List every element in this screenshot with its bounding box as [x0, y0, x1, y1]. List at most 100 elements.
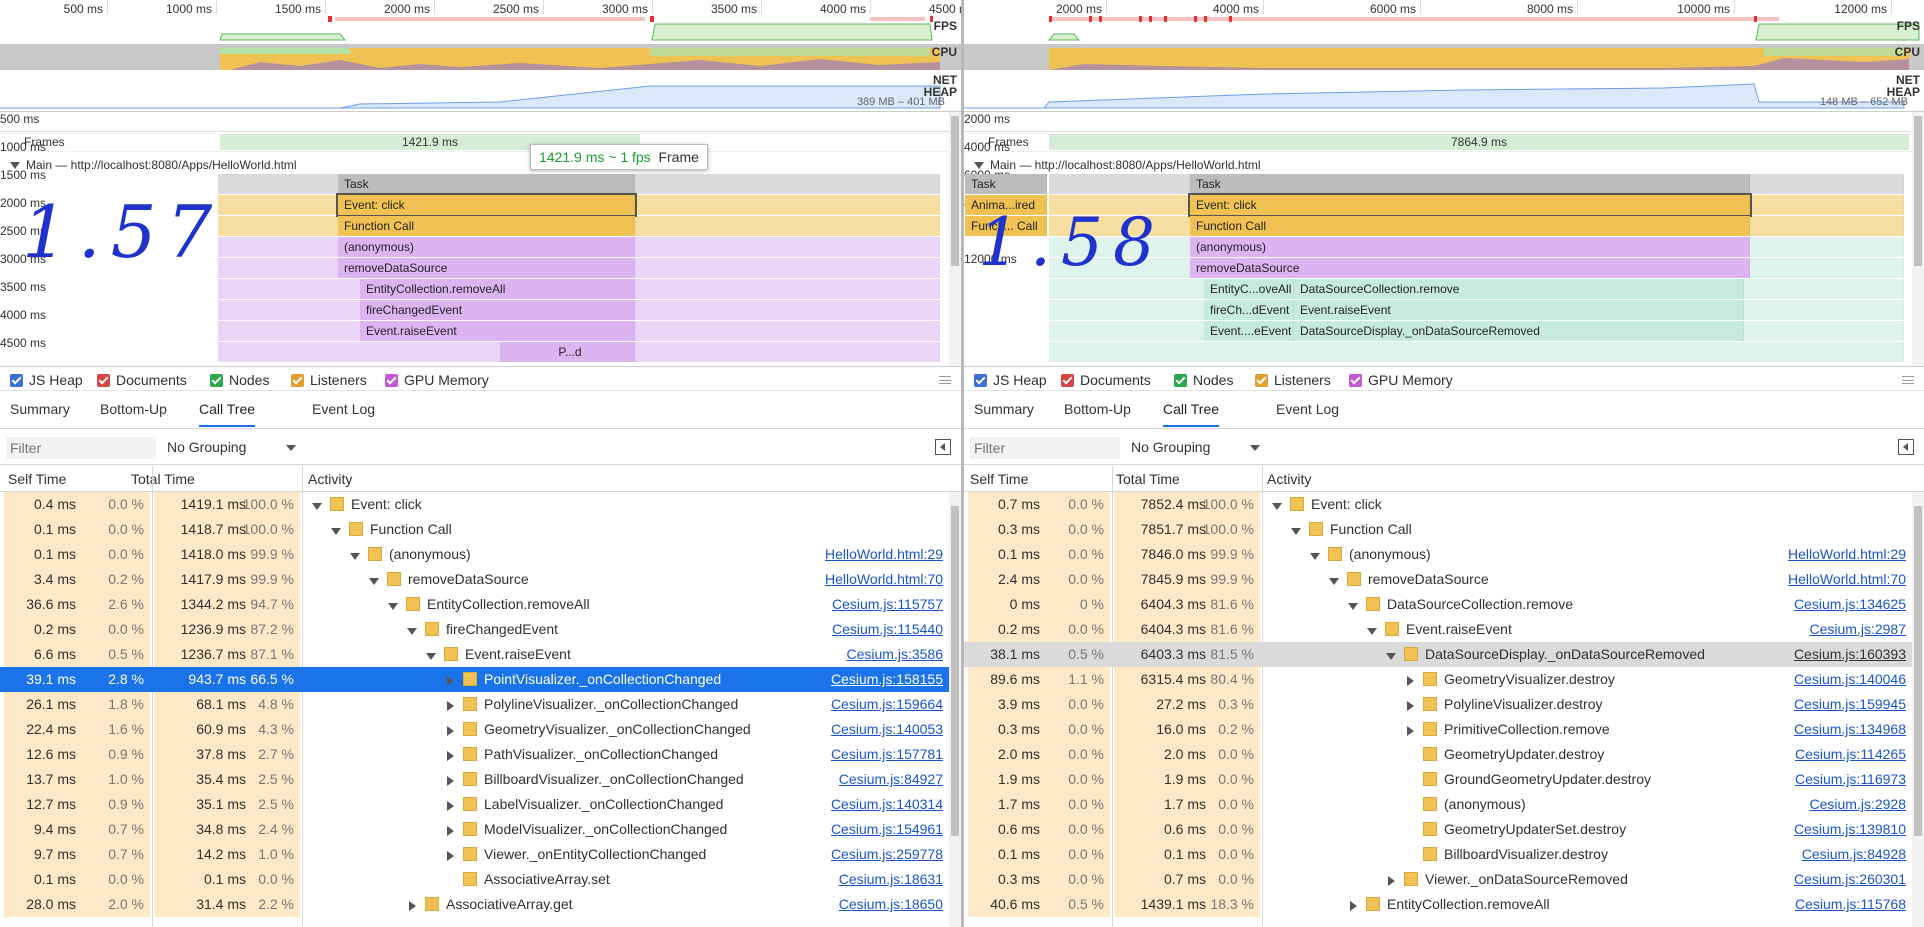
checkbox-checked-icon[interactable]: [97, 373, 110, 387]
source-link[interactable]: Cesium.js:158155: [831, 667, 943, 692]
expand-arrow-down-icon[interactable]: [348, 544, 362, 569]
checkbox-checked-icon[interactable]: [291, 373, 304, 387]
checkbox-checked-icon[interactable]: [1174, 373, 1187, 387]
checkbox-checked-icon[interactable]: [1061, 373, 1074, 387]
flame-bar[interactable]: DataSourceCollection.remove: [1294, 279, 1744, 299]
main-thread-header[interactable]: Main — http://localhost:8080/Apps/HelloW…: [964, 154, 1924, 174]
activity-header[interactable]: Activity: [308, 471, 352, 487]
expand-arrow-down-icon[interactable]: [1327, 569, 1341, 594]
flame-bar[interactable]: removeDataSource: [338, 258, 635, 278]
checkbox-checked-icon[interactable]: [1255, 373, 1268, 387]
call-tree-row[interactable]: 0.2 ms 0.0 % 1236.9 ms 87.2 % fireChangedEve…: [0, 617, 961, 642]
tab-bottom-up[interactable]: Bottom-Up: [100, 401, 167, 425]
checkbox-checked-icon[interactable]: [210, 373, 223, 387]
source-link[interactable]: Cesium.js:3586: [847, 642, 944, 667]
expand-arrow-right-icon[interactable]: [1384, 869, 1398, 894]
tab-event-log[interactable]: Event Log: [312, 401, 375, 425]
call-tree-row[interactable]: 0.3 ms 0.0 % 16.0 ms 0.2 % PrimitiveCollecti…: [964, 717, 1924, 742]
flame-chart[interactable]: 500 ms 1000 ms 1500 ms 2000 ms 2500 ms 3000 m…: [0, 112, 961, 367]
call-tree-row[interactable]: 22.4 ms 1.6 % 60.9 ms 4.3 % GeometryVisualiz…: [0, 717, 961, 742]
flame-bar[interactable]: EntityC...oveAll: [1204, 279, 1294, 299]
call-tree-row[interactable]: 39.1 ms 2.8 % 943.7 ms 66.5 % PointVisualize…: [0, 667, 961, 692]
call-tree-row[interactable]: 38.1 ms 0.5 % 6403.3 ms 81.5 % DataSourceDis…: [964, 642, 1924, 667]
flame-bar[interactable]: DataSourceDisplay._onDataSourceRemoved: [1294, 321, 1744, 341]
expand-arrow-down-icon[interactable]: [424, 644, 438, 669]
grouping-select[interactable]: No Grouping: [167, 439, 297, 455]
call-tree-row[interactable]: 2.4 ms 0.0 % 7845.9 ms 99.9 % removeDataSour…: [964, 567, 1924, 592]
source-link[interactable]: HelloWorld.html:70: [1788, 567, 1906, 592]
expand-arrow-right-icon[interactable]: [443, 719, 457, 744]
expand-arrow-right-icon[interactable]: [1403, 669, 1417, 694]
flame-bar[interactable]: Function Call: [1190, 216, 1750, 236]
flame-bar[interactable]: (anonymous): [338, 237, 635, 257]
self-time-header[interactable]: Self Time: [970, 471, 1028, 487]
call-tree-row[interactable]: 0.1 ms 0.0 % 1418.7 ms 100.0 % Function Call: [0, 517, 961, 542]
tab-summary[interactable]: Summary: [10, 401, 70, 425]
flame-chart[interactable]: 2000 ms4000 ms6000 ms8000 ms10000 ms1200…: [964, 112, 1924, 367]
call-tree-row[interactable]: 0.2 ms 0.0 % 6404.3 ms 81.6 % Event.raiseEve…: [964, 617, 1924, 642]
expand-arrow-down-icon[interactable]: [329, 519, 343, 544]
memory-checkbox[interactable]: Documents: [97, 372, 187, 388]
call-tree-row[interactable]: 3.9 ms 0.0 % 27.2 ms 0.3 % PolylineVisualize…: [964, 692, 1924, 717]
memory-checkbox[interactable]: Listeners: [291, 372, 367, 388]
call-tree-row[interactable]: 0.1 ms 0.0 % 7846.0 ms 99.9 % (anonymous) Hel…: [964, 542, 1924, 567]
flame-bar[interactable]: fireChangedEvent: [360, 300, 635, 320]
call-tree-row[interactable]: 0.3 ms 0.0 % 0.7 ms 0.0 % Viewer._onDataSour…: [964, 867, 1924, 892]
expand-arrow-down-icon[interactable]: [1289, 519, 1303, 544]
flame-scrollbar[interactable]: [1912, 112, 1924, 366]
source-link[interactable]: Cesium.js:114265: [1795, 742, 1906, 767]
source-link[interactable]: Cesium.js:140046: [1794, 667, 1906, 692]
source-link[interactable]: Cesium.js:84927: [839, 767, 943, 792]
overview-pane[interactable]: 2000 ms 4000 ms 6000 ms 8000 ms 10000 ms 1200…: [964, 0, 1924, 112]
memory-checkbox[interactable]: Documents: [1061, 372, 1151, 388]
call-tree-row[interactable]: 40.6 ms 0.5 % 1439.1 ms 18.3 % EntityCollect…: [964, 892, 1924, 917]
source-link[interactable]: Cesium.js:159945: [1794, 692, 1906, 717]
call-tree-row[interactable]: 28.0 ms 2.0 % 31.4 ms 2.2 % AssociativeArray…: [0, 892, 961, 917]
call-tree-row[interactable]: 36.6 ms 2.6 % 1344.2 ms 94.7 % EntityCollect…: [0, 592, 961, 617]
total-time-header[interactable]: Total Time: [1116, 471, 1180, 487]
source-link[interactable]: Cesium.js:115440: [832, 617, 943, 642]
memory-checkbox[interactable]: Listeners: [1255, 372, 1331, 388]
expand-arrow-down-icon[interactable]: [1384, 644, 1398, 669]
flame-bar[interactable]: Task: [338, 174, 635, 194]
total-time-header[interactable]: Total Time: [131, 471, 195, 487]
menu-icon[interactable]: [939, 376, 951, 384]
checkbox-checked-icon[interactable]: [385, 373, 398, 387]
call-tree-row[interactable]: 0.1 ms 0.0 % 0.1 ms 0.0 % AssociativeArray.s…: [0, 867, 961, 892]
checkbox-checked-icon[interactable]: [974, 373, 987, 387]
tab-call-tree[interactable]: Call Tree: [1163, 401, 1220, 427]
call-tree-row[interactable]: 26.1 ms 1.8 % 68.1 ms 4.8 % PolylineVisualiz…: [0, 692, 961, 717]
frame-bar[interactable]: 7864.9 ms: [1049, 134, 1909, 150]
flame-bar[interactable]: Event: click: [336, 193, 637, 217]
call-tree-row[interactable]: 9.7 ms 0.7 % 14.2 ms 1.0 % Viewer._onEntityC…: [0, 842, 961, 867]
source-link[interactable]: Cesium.js:154961: [831, 817, 943, 842]
flame-bar[interactable]: Function Call: [338, 216, 635, 236]
flame-scrollbar[interactable]: [949, 112, 961, 366]
expand-arrow-right-icon[interactable]: [405, 894, 419, 919]
tab-bottom-up[interactable]: Bottom-Up: [1064, 401, 1131, 425]
tab-event-log[interactable]: Event Log: [1276, 401, 1339, 425]
overview-pane[interactable]: 500 ms 1000 ms 1500 ms 2000 ms 2500 ms 3000 m…: [0, 0, 961, 112]
call-tree-row[interactable]: 9.4 ms 0.7 % 34.8 ms 2.4 % ModelVisualizer._…: [0, 817, 961, 842]
source-link[interactable]: HelloWorld.html:29: [1788, 542, 1906, 567]
flame-bar[interactable]: Event.raiseEvent: [1294, 300, 1744, 320]
tab-summary[interactable]: Summary: [974, 401, 1034, 425]
flame-bar[interactable]: Task: [1190, 174, 1750, 194]
expand-arrow-right-icon[interactable]: [443, 844, 457, 869]
flame-bar[interactable]: removeDataSource: [1190, 258, 1750, 278]
collapse-icon[interactable]: [974, 162, 984, 170]
source-link[interactable]: Cesium.js:2928: [1810, 792, 1907, 817]
call-tree-row[interactable]: 0.3 ms 0.0 % 7851.7 ms 100.0 % Function Call: [964, 517, 1924, 542]
memory-checkbox[interactable]: GPU Memory: [385, 372, 489, 388]
source-link[interactable]: Cesium.js:115768: [1795, 892, 1906, 917]
expand-arrow-down-icon[interactable]: [405, 619, 419, 644]
expand-arrow-right-icon[interactable]: [443, 794, 457, 819]
call-tree-row[interactable]: 13.7 ms 1.0 % 35.4 ms 2.5 % BillboardVisuali…: [0, 767, 961, 792]
source-link[interactable]: Cesium.js:115757: [832, 592, 943, 617]
flame-bar[interactable]: Event: click: [1188, 193, 1752, 217]
call-tree-row[interactable]: 89.6 ms 1.1 % 6315.4 ms 80.4 % GeometryVisua…: [964, 667, 1924, 692]
source-link[interactable]: Cesium.js:18631: [839, 867, 943, 892]
collapse-icon[interactable]: [10, 162, 20, 170]
call-tree-row[interactable]: 12.7 ms 0.9 % 35.1 ms 2.5 % LabelVisualizer.…: [0, 792, 961, 817]
toggle-sidebar-icon[interactable]: [1898, 439, 1914, 455]
